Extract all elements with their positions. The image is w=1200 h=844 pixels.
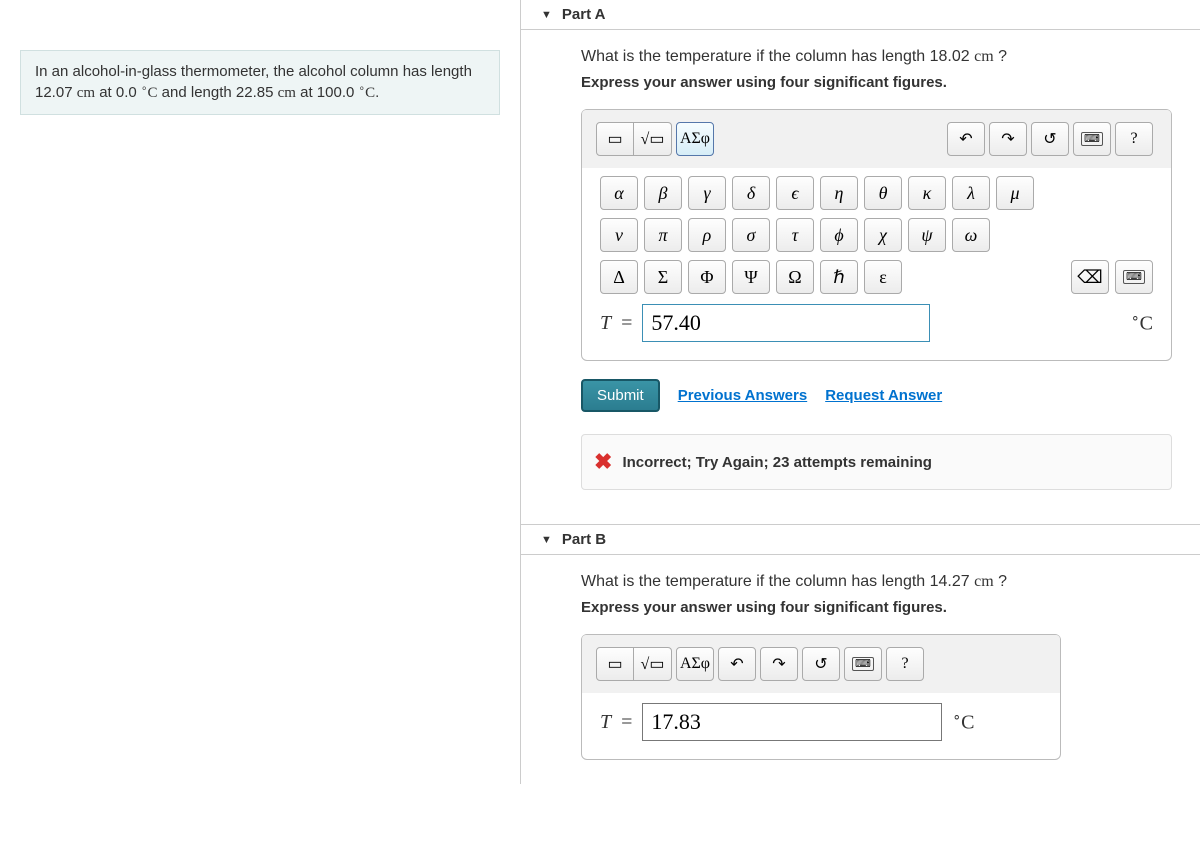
undo-button[interactable]: ↶: [947, 122, 985, 156]
redo-icon: ↷: [1001, 129, 1014, 149]
variable-label: T: [600, 711, 611, 734]
symbol-ν[interactable]: ν: [600, 218, 638, 252]
symbol-η[interactable]: η: [820, 176, 858, 210]
symbol-τ[interactable]: τ: [776, 218, 814, 252]
symbol-β[interactable]: β: [644, 176, 682, 210]
part-a-header[interactable]: ▼ Part A: [521, 0, 1200, 30]
part-b-answer-box: ▭ √▭ ΑΣφ ↶ ↷ ↺ ⌨ ? T = ∘C: [581, 634, 1061, 760]
symbol-λ[interactable]: λ: [952, 176, 990, 210]
symbol-μ[interactable]: μ: [996, 176, 1034, 210]
part-b-title: Part B: [562, 531, 606, 548]
backspace-button[interactable]: ⌫: [1071, 260, 1109, 294]
part-b-toolbar: ▭ √▭ ΑΣφ ↶ ↷ ↺ ⌨ ?: [582, 635, 1060, 693]
undo-icon: ↶: [959, 129, 972, 149]
help-button[interactable]: ?: [886, 647, 924, 681]
symbol-δ[interactable]: δ: [732, 176, 770, 210]
greek-symbols-button[interactable]: ΑΣφ: [676, 122, 714, 156]
symbol-κ[interactable]: κ: [908, 176, 946, 210]
keypad-button[interactable]: ⌨: [1115, 260, 1153, 294]
root-template-button[interactable]: √▭: [634, 647, 672, 681]
symbol-ϵ[interactable]: ϵ: [776, 176, 814, 210]
variable-label: T: [600, 312, 611, 335]
keyboard-icon: ⌨: [1081, 132, 1103, 146]
keyboard-button[interactable]: ⌨: [1073, 122, 1111, 156]
symbol-Δ[interactable]: Δ: [600, 260, 638, 294]
caret-down-icon: ▼: [541, 534, 552, 546]
keyboard-button[interactable]: ⌨: [844, 647, 882, 681]
part-b-header[interactable]: ▼ Part B: [521, 525, 1200, 555]
submit-button[interactable]: Submit: [581, 379, 660, 412]
symbol-ℏ[interactable]: ℏ: [820, 260, 858, 294]
reset-icon: ↺: [1043, 129, 1056, 149]
symbol-Φ[interactable]: Φ: [688, 260, 726, 294]
part-a-title: Part A: [562, 6, 606, 23]
symbol-Ψ[interactable]: Ψ: [732, 260, 770, 294]
help-button[interactable]: ?: [1115, 122, 1153, 156]
part-a-question: What is the temperature if the column ha…: [581, 48, 1172, 66]
symbol-α[interactable]: α: [600, 176, 638, 210]
problem-statement: In an alcohol-in-glass thermometer, the …: [20, 50, 500, 115]
symbol-σ[interactable]: σ: [732, 218, 770, 252]
incorrect-icon: ✖: [594, 449, 612, 475]
request-answer-link[interactable]: Request Answer: [825, 387, 942, 404]
part-b-answer-input[interactable]: [642, 703, 942, 741]
symbol-ψ[interactable]: ψ: [908, 218, 946, 252]
reset-button[interactable]: ↺: [802, 647, 840, 681]
reset-icon: ↺: [814, 654, 827, 674]
unit-label: ∘C: [1131, 310, 1153, 336]
fraction-template-button[interactable]: ▭: [596, 647, 634, 681]
fraction-template-button[interactable]: ▭: [596, 122, 634, 156]
symbol-θ[interactable]: θ: [864, 176, 902, 210]
part-a-toolbar: ▭ √▭ ΑΣφ ↶ ↷ ↺ ⌨ ?: [582, 110, 1171, 168]
part-a-answer-box: ▭ √▭ ΑΣφ ↶ ↷ ↺ ⌨ ? αβγδϵηθκλμ νπρστϕχψω …: [581, 109, 1172, 361]
symbol-ε[interactable]: ε: [864, 260, 902, 294]
reset-button[interactable]: ↺: [1031, 122, 1069, 156]
symbol-Ω[interactable]: Ω: [776, 260, 814, 294]
unit-label: ∘C: [952, 709, 974, 735]
undo-icon: ↶: [730, 654, 743, 674]
greek-symbols-button[interactable]: ΑΣφ: [676, 647, 714, 681]
symbol-ϕ[interactable]: ϕ: [820, 218, 858, 252]
redo-button[interactable]: ↷: [760, 647, 798, 681]
redo-icon: ↷: [772, 654, 785, 674]
redo-button[interactable]: ↷: [989, 122, 1027, 156]
keyboard-icon: ⌨: [852, 657, 874, 671]
root-template-button[interactable]: √▭: [634, 122, 672, 156]
part-a-answer-input[interactable]: [642, 304, 930, 342]
feedback-box: ✖ Incorrect; Try Again; 23 attempts rema…: [581, 434, 1172, 490]
symbol-ρ[interactable]: ρ: [688, 218, 726, 252]
symbol-χ[interactable]: χ: [864, 218, 902, 252]
part-a-instruction: Express your answer using four significa…: [581, 74, 1172, 91]
greek-palette: αβγδϵηθκλμ νπρστϕχψω ΔΣΦΨΩℏε ⌫⌨: [600, 176, 1153, 294]
part-b-question: What is the temperature if the column ha…: [581, 573, 1172, 591]
part-b-instruction: Express your answer using four significa…: [581, 599, 1172, 616]
undo-button[interactable]: ↶: [718, 647, 756, 681]
caret-down-icon: ▼: [541, 9, 552, 21]
previous-answers-link[interactable]: Previous Answers: [678, 387, 808, 404]
symbol-ω[interactable]: ω: [952, 218, 990, 252]
symbol-Σ[interactable]: Σ: [644, 260, 682, 294]
symbol-γ[interactable]: γ: [688, 176, 726, 210]
symbol-π[interactable]: π: [644, 218, 682, 252]
